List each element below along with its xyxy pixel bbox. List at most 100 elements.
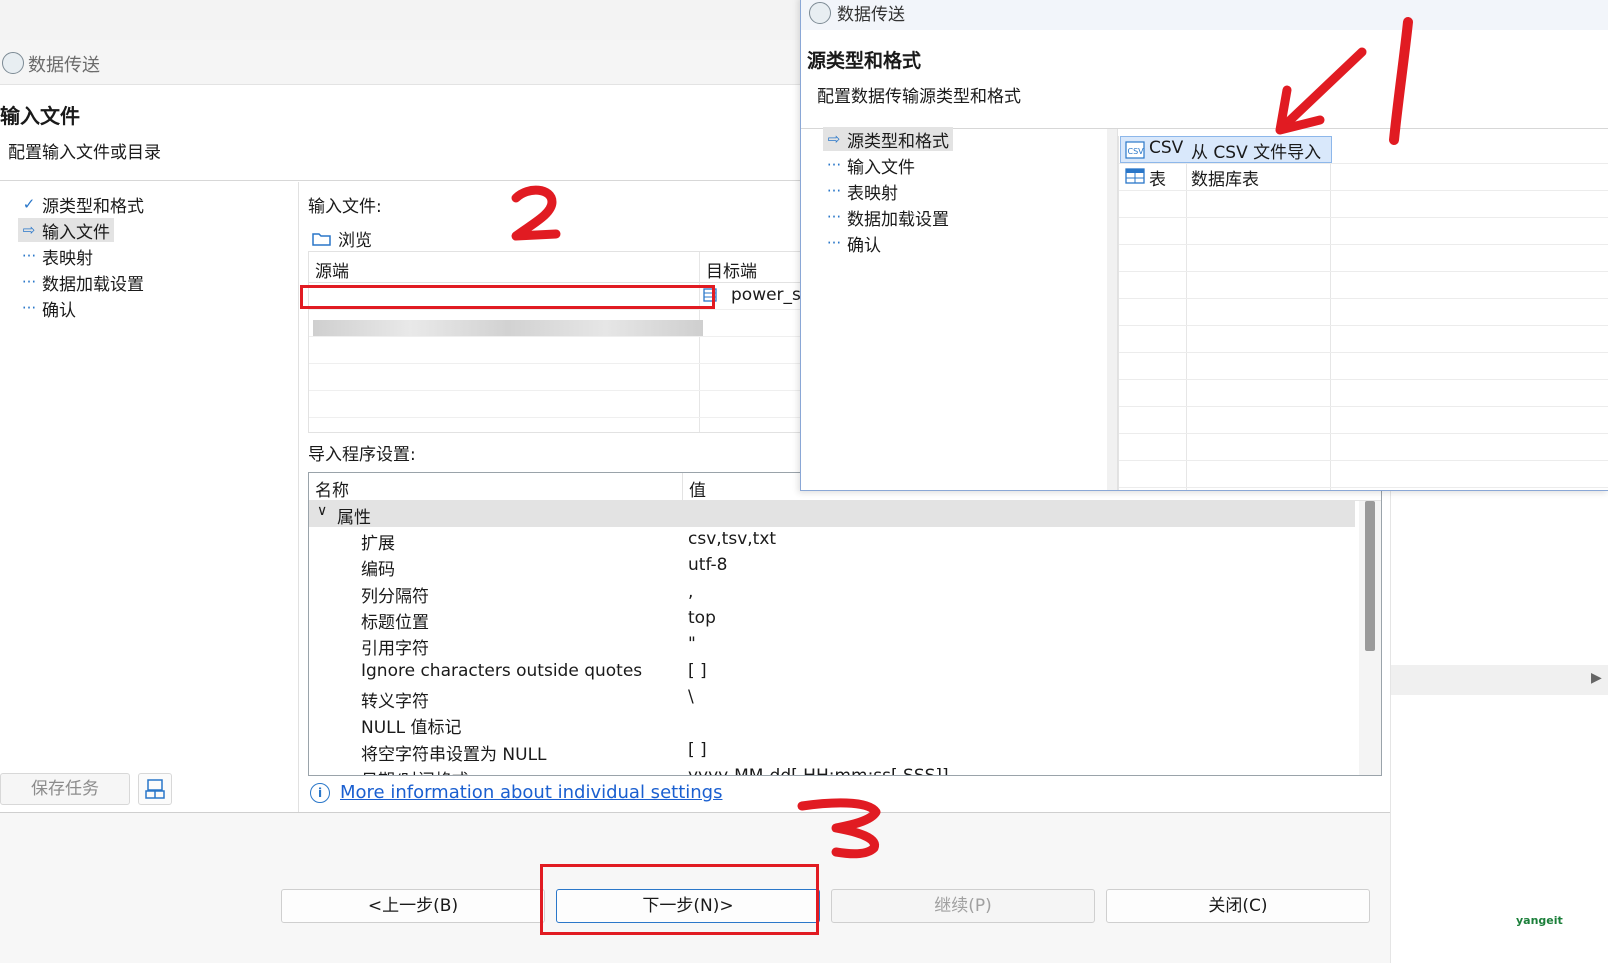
table-row [309, 337, 809, 364]
info-row: i More information about individual sett… [310, 782, 722, 803]
source-type-dialog: 数据传送 源类型和格式 配置数据传输源类型和格式 ⇨ 源类型和格式 ··· 输入… [800, 0, 1608, 491]
list-item [1119, 298, 1608, 326]
nav-item-label: 数据加载设置 [847, 209, 949, 230]
background-window-edge: ▶ [1390, 490, 1608, 963]
dots-icon: ··· [21, 273, 37, 291]
property-row[interactable]: 日期/时间格式 yyyy-MM-dd[ HH:mm:ss[.SSS]] [309, 764, 1355, 775]
list-item [1119, 244, 1608, 272]
table-icon [1125, 168, 1145, 189]
property-row[interactable]: 引用字符 " [309, 632, 1355, 659]
property-value[interactable]: [ ] [688, 661, 707, 681]
nav-item-table-mapping[interactable]: ··· 表映射 [823, 179, 898, 204]
list-item [1119, 325, 1608, 353]
browse-button[interactable]: 浏览 [312, 226, 372, 251]
nav-item-source-type[interactable]: ✓ 源类型和格式 [18, 192, 144, 217]
save-task-icon [145, 779, 165, 799]
list-item [1119, 190, 1608, 218]
nav-item-label: 数据加载设置 [42, 274, 144, 295]
property-value[interactable]: utf-8 [688, 555, 727, 575]
nav-item-confirm[interactable]: ··· 确认 [823, 231, 881, 256]
check-icon: ✓ [22, 195, 36, 213]
nav-item-confirm[interactable]: ··· 确认 [18, 296, 76, 321]
column-header-source: 源端 [315, 262, 349, 282]
table-header: 源端 目标端 [309, 252, 809, 283]
task-options-button[interactable] [138, 773, 172, 805]
property-group-row[interactable]: ∨ 属性 [309, 501, 1355, 528]
nav-item-source-type[interactable]: ⇨ 源类型和格式 [823, 127, 953, 152]
column-header-target: 目标端 [706, 262, 757, 282]
property-row[interactable]: 转义字符 \ [309, 685, 1355, 712]
nav-item-table-mapping[interactable]: ··· 表映射 [18, 244, 93, 269]
source-type-name: CSV [1149, 138, 1184, 158]
csv-file-icon: CSV [1125, 141, 1145, 164]
dots-icon: ··· [826, 208, 842, 226]
nav-item-load-settings[interactable]: ··· 数据加载设置 [18, 270, 144, 295]
back-button[interactable]: <上一步(B) [281, 889, 545, 923]
dialog-title: 数据传送 [28, 55, 100, 76]
nav-item-label: 确认 [847, 235, 881, 256]
property-name: 扩展 [361, 534, 395, 554]
arrow-right-icon: ⇨ [22, 221, 36, 239]
dots-icon: ··· [21, 247, 37, 265]
source-type-row-csv[interactable]: CSV CSV 从 CSV 文件导入 [1119, 136, 1608, 164]
list-item [1119, 433, 1608, 461]
list-item [1119, 406, 1608, 434]
table-row [309, 364, 809, 391]
dialog-titlebar: 数据传送 [801, 0, 1608, 30]
annotation-box-source-file [300, 285, 715, 309]
page-title: 输入文件 [0, 104, 80, 128]
dialog-title: 数据传送 [837, 5, 905, 25]
property-row[interactable]: NULL 值标记 [309, 711, 1355, 738]
continue-button[interactable]: 继续(P) [831, 889, 1095, 923]
column-header-value: 值 [689, 481, 706, 501]
browse-label: 浏览 [338, 231, 372, 251]
property-name: 编码 [361, 560, 395, 580]
nav-item-input-file[interactable]: ⇨ 输入文件 [18, 218, 114, 243]
source-type-description: 数据库表 [1191, 170, 1259, 190]
group-label: 属性 [337, 508, 371, 528]
list-item [1119, 352, 1608, 380]
property-value[interactable]: , [688, 582, 693, 602]
property-name: Ignore characters outside quotes [361, 661, 643, 681]
property-name: 引用字符 [361, 639, 429, 659]
scrollbar-thumb[interactable] [1365, 501, 1375, 651]
folder-open-icon [312, 232, 331, 246]
importer-properties-table: 名称 值 ∨ 属性 扩展 csv,tsv,txt 编码 utf-8 列分隔符 ,… [308, 472, 1382, 776]
table-row [309, 391, 809, 418]
watermark: yangeit [1516, 914, 1563, 927]
nav-item-load-settings[interactable]: ··· 数据加载设置 [823, 205, 949, 230]
nav-item-label: 表映射 [42, 248, 93, 269]
property-value[interactable]: \ [688, 687, 694, 707]
property-value[interactable]: [ ] [688, 740, 707, 760]
save-task-button[interactable]: 保存任务 [0, 773, 130, 805]
property-row[interactable]: 编码 utf-8 [309, 553, 1355, 580]
close-button[interactable]: 关闭(C) [1106, 889, 1370, 923]
annotation-box-next-button [540, 864, 819, 935]
property-row[interactable]: 列分隔符 , [309, 580, 1355, 607]
page-description: 配置数据传输源类型和格式 [817, 87, 1021, 107]
property-row[interactable]: 扩展 csv,tsv,txt [309, 527, 1355, 554]
property-value[interactable]: csv,tsv,txt [688, 529, 776, 549]
source-type-list: CSV CSV 从 CSV 文件导入 表 数据库表 [1118, 136, 1608, 490]
property-name: 转义字符 [361, 692, 429, 712]
property-value[interactable]: top [688, 608, 716, 628]
property-row[interactable]: 将空字符串设置为 NULL [ ] [309, 738, 1355, 765]
list-item [1119, 271, 1608, 299]
target-table-name: power_s [731, 285, 801, 305]
source-type-row-table[interactable]: 表 数据库表 [1119, 163, 1608, 191]
list-item [1119, 217, 1608, 245]
wizard-nav: ✓ 源类型和格式 ⇨ 输入文件 ··· 表映射 ··· 数据加载设置 ··· 确… [0, 182, 299, 852]
property-row[interactable]: Ignore characters outside quotes [ ] [309, 659, 1355, 685]
nav-item-label: 输入文件 [42, 222, 110, 243]
triangle-right-icon: ▶ [1591, 670, 1602, 686]
properties-scrollbar[interactable] [1359, 501, 1381, 775]
more-info-link[interactable]: More information about individual settin… [340, 782, 722, 803]
background-toolbar [1391, 665, 1608, 695]
splitter[interactable] [1107, 129, 1118, 490]
nav-item-input-file[interactable]: ··· 输入文件 [823, 153, 915, 178]
nav-item-label: 确认 [42, 300, 76, 321]
property-value[interactable]: yyyy-MM-dd[ HH:mm:ss[.SSS]] [688, 766, 949, 775]
property-row[interactable]: 标题位置 top [309, 606, 1355, 633]
chevron-down-icon[interactable]: ∨ [317, 503, 327, 519]
property-value[interactable]: " [688, 634, 696, 654]
